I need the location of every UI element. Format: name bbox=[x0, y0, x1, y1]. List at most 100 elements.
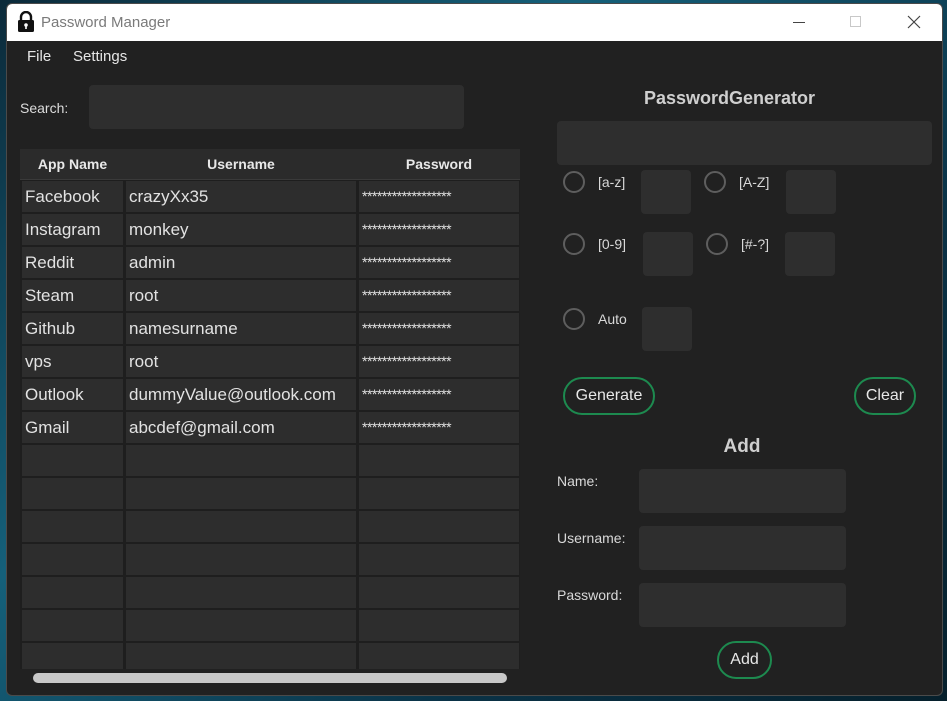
close-button[interactable] bbox=[885, 4, 942, 41]
table-row[interactable]: Outlook dummyValue@outlook.com ***********… bbox=[20, 379, 520, 412]
symbols-count-field[interactable] bbox=[785, 232, 835, 276]
cell-password[interactable] bbox=[359, 478, 519, 509]
auto-radio[interactable] bbox=[563, 308, 585, 330]
cell-username[interactable] bbox=[126, 511, 356, 542]
cell-password[interactable] bbox=[359, 544, 519, 575]
maximize-button[interactable] bbox=[827, 4, 885, 41]
password-table[interactable]: App Name Username Password Facebook crazy… bbox=[20, 149, 520, 669]
add-button[interactable]: Add bbox=[717, 641, 772, 679]
lowercase-label: [a-z] bbox=[598, 174, 626, 190]
table-row[interactable] bbox=[20, 610, 520, 643]
cell-username[interactable] bbox=[126, 610, 356, 641]
table-row[interactable] bbox=[20, 445, 520, 478]
horizontal-scrollbar[interactable] bbox=[33, 673, 507, 683]
minimize-icon bbox=[793, 22, 805, 23]
symbols-radio[interactable] bbox=[706, 233, 728, 255]
cell-password[interactable] bbox=[359, 610, 519, 641]
lowercase-count-field[interactable] bbox=[641, 170, 691, 214]
cell-username[interactable]: monkey bbox=[126, 214, 356, 245]
cell-username[interactable] bbox=[126, 445, 356, 476]
cell-username[interactable]: admin bbox=[126, 247, 356, 278]
name-input[interactable] bbox=[639, 469, 846, 513]
username-label: Username: bbox=[557, 530, 626, 546]
generated-password-field[interactable] bbox=[557, 121, 932, 165]
uppercase-count-field[interactable] bbox=[786, 170, 836, 214]
cell-app-name[interactable]: Steam bbox=[22, 280, 123, 311]
cell-password[interactable]: ****************** bbox=[359, 412, 519, 443]
digits-label: [0-9] bbox=[598, 236, 627, 252]
cell-password[interactable]: ****************** bbox=[359, 181, 519, 212]
uppercase-label: [A-Z] bbox=[739, 174, 770, 190]
cell-password[interactable] bbox=[359, 577, 519, 608]
table-row[interactable]: Instagram monkey ****************** bbox=[20, 214, 520, 247]
cell-username[interactable]: root bbox=[126, 280, 356, 311]
cell-password[interactable] bbox=[359, 643, 519, 669]
cell-password[interactable]: ****************** bbox=[359, 214, 519, 245]
lowercase-radio[interactable] bbox=[563, 171, 585, 193]
digits-radio[interactable] bbox=[563, 233, 585, 255]
table-row[interactable]: Reddit admin ****************** bbox=[20, 247, 520, 280]
username-input[interactable] bbox=[639, 526, 846, 570]
table-row[interactable] bbox=[20, 478, 520, 511]
cell-app-name[interactable]: vps bbox=[22, 346, 123, 377]
auto-length-field[interactable] bbox=[642, 307, 692, 351]
cell-password[interactable]: ****************** bbox=[359, 379, 519, 410]
generate-button[interactable]: Generate bbox=[563, 377, 655, 415]
cell-app-name[interactable] bbox=[22, 610, 123, 641]
cell-app-name[interactable] bbox=[22, 445, 123, 476]
cell-app-name[interactable] bbox=[22, 643, 123, 669]
cell-password[interactable]: ****************** bbox=[359, 280, 519, 311]
cell-app-name[interactable] bbox=[22, 511, 123, 542]
password-input[interactable] bbox=[639, 583, 846, 627]
password-generator-title: PasswordGenerator bbox=[643, 88, 816, 108]
cell-app-name[interactable]: Github bbox=[22, 313, 123, 344]
menu-file[interactable]: File bbox=[27, 48, 51, 65]
cell-username[interactable] bbox=[126, 544, 356, 575]
cell-password[interactable]: ****************** bbox=[359, 313, 519, 344]
table-row[interactable]: Steam root ****************** bbox=[20, 280, 520, 313]
cell-username[interactable] bbox=[126, 643, 356, 669]
cell-app-name[interactable]: Reddit bbox=[22, 247, 123, 278]
add-section-title: Add bbox=[723, 436, 761, 457]
cell-password[interactable]: ****************** bbox=[359, 247, 519, 278]
column-header-password[interactable]: Password bbox=[359, 156, 519, 172]
digits-count-field[interactable] bbox=[643, 232, 693, 276]
title-bar[interactable]: Password Manager bbox=[7, 4, 942, 41]
column-header-username[interactable]: Username bbox=[126, 156, 356, 172]
uppercase-radio[interactable] bbox=[704, 171, 726, 193]
cell-username[interactable]: namesurname bbox=[126, 313, 356, 344]
minimize-button[interactable] bbox=[770, 4, 828, 41]
cell-password[interactable] bbox=[359, 511, 519, 542]
table-row[interactable] bbox=[20, 544, 520, 577]
cell-app-name[interactable] bbox=[22, 478, 123, 509]
cell-app-name[interactable] bbox=[22, 577, 123, 608]
cell-username[interactable]: crazyXx35 bbox=[126, 181, 356, 212]
cell-username[interactable]: dummyValue@outlook.com bbox=[126, 379, 356, 410]
cell-username[interactable]: abcdef@gmail.com bbox=[126, 412, 356, 443]
table-row[interactable]: Facebook crazyXx35 ****************** bbox=[20, 181, 520, 214]
table-header: App Name Username Password bbox=[20, 149, 520, 180]
cell-app-name[interactable]: Instagram bbox=[22, 214, 123, 245]
cell-password[interactable] bbox=[359, 445, 519, 476]
column-header-app-name[interactable]: App Name bbox=[22, 156, 123, 172]
cell-app-name[interactable]: Outlook bbox=[22, 379, 123, 410]
window-title: Password Manager bbox=[41, 14, 171, 31]
cell-username[interactable] bbox=[126, 577, 356, 608]
cell-app-name[interactable]: Facebook bbox=[22, 181, 123, 212]
cell-app-name[interactable]: Gmail bbox=[22, 412, 123, 443]
table-row[interactable]: Gmail abcdef@gmail.com ****************** bbox=[20, 412, 520, 445]
cell-username[interactable] bbox=[126, 478, 356, 509]
name-label: Name: bbox=[557, 473, 599, 489]
table-row[interactable]: Github namesurname ****************** bbox=[20, 313, 520, 346]
table-row[interactable]: vps root ****************** bbox=[20, 346, 520, 379]
table-row[interactable] bbox=[20, 643, 520, 669]
cell-username[interactable]: root bbox=[126, 346, 356, 377]
cell-password[interactable]: ****************** bbox=[359, 346, 519, 377]
cell-app-name[interactable] bbox=[22, 544, 123, 575]
clear-button[interactable]: Clear bbox=[854, 377, 916, 415]
menu-settings[interactable]: Settings bbox=[73, 48, 127, 65]
table-row[interactable] bbox=[20, 577, 520, 610]
lock-icon bbox=[18, 11, 34, 32]
table-row[interactable] bbox=[20, 511, 520, 544]
search-input[interactable] bbox=[89, 85, 464, 129]
